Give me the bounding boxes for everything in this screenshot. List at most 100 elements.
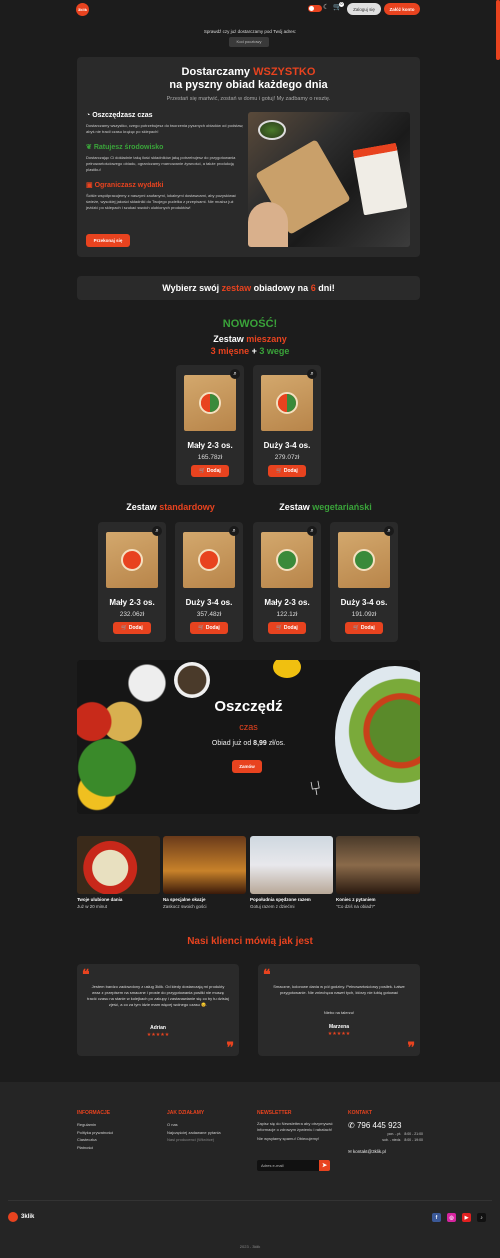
choose-middle: obiadowy na [253,283,309,293]
hero-title-highlight: WSZYSTKO [253,66,316,78]
price-value: 8,99 [253,740,267,747]
feature-time-text: Dostarczamy wszystko, czego potrzebujesz… [86,123,244,134]
add-button[interactable]: 🛒 Dodaj [113,622,151,634]
product-name: Mały 2-3 os. [109,598,155,607]
cart-icon: 🛒 [198,625,205,631]
new-label: NOWOŚĆ! [222,318,278,330]
add-button[interactable]: 🛒 Dodaj [345,622,383,634]
footer-link-cookies[interactable]: Ciasteczka [77,1136,113,1144]
login-button[interactable]: Zaloguj się [347,3,381,15]
recipe-card-image [352,142,408,216]
copyright: 2023 - 3klik [239,1244,261,1249]
phone-icon: ✆ [348,1121,355,1130]
newsletter-text: Zapisz się do Newslettera aby otrzymywać… [257,1121,333,1132]
hours-time: 8:00 - 21:00 [404,1132,423,1136]
add-button[interactable]: 🛒 Dodaj [268,622,306,634]
product-card-standard-small[interactable]: ⌕ Mały 2-3 os. 232.06zł 🛒 Dodaj [98,522,166,642]
zoom-icon[interactable]: ⌕ [230,369,240,379]
zoom-icon[interactable]: ⌕ [384,526,394,536]
delivery-question: Sprawdź czy już dostarczamy pod Twój adr… [203,29,297,34]
product-card-vege-small[interactable]: ⌕ Mały 2-3 os. 122.1zł 🛒 Dodaj [253,522,321,642]
hero-title-line2: na pyszny obiad każdego dnia [169,79,328,91]
hand-image [248,202,288,247]
logo[interactable]: 3klik [76,3,89,16]
cart-icon: 🛒 [199,468,206,474]
product-box-image [261,375,313,431]
occasion-photo-favorite[interactable] [77,836,160,894]
product-name: Mały 2-3 os. [264,598,310,607]
testimonial-text: Jestem bardzo zadowolony z usług 3klik. … [87,984,229,1007]
moon-icon: ☾ [323,4,330,11]
feature-env-title: Ratujesz środowisko [93,144,164,151]
vege-set-title: Zestaw wegetariański [253,502,398,512]
lemon-image [273,660,301,678]
footer-divider [8,1200,492,1201]
contact-email[interactable]: kontakt@3klik.pl [353,1149,386,1154]
footer-brand: 3klik [21,1214,35,1220]
hours-days: sob. - niedz. [382,1138,402,1142]
testimonial-name: Marzena [328,1024,349,1030]
newsletter-send-button[interactable]: ➤ [319,1160,330,1171]
hours-time: 8:00 - 19:00 [404,1138,423,1142]
price-suffix: zł/os. [268,740,286,747]
order-button[interactable]: Zamów [232,760,262,773]
footer-link-producers[interactable]: Nasi producenci (Wkrótce) [167,1136,221,1144]
footer-link-privacy[interactable]: Polityka prywatności [77,1129,113,1137]
postal-code-input[interactable]: Kod pocztowy [229,37,269,47]
footer-link-payments[interactable]: Płatności [77,1144,113,1152]
occasion-photo-together[interactable] [250,836,333,894]
footer-logo[interactable]: 3klik [8,1212,34,1222]
product-card-mixed-small[interactable]: ⌕ Mały 2-3 os. 165.78zł 🛒 Dodaj [176,365,244,485]
footer: Informacje Regulamin Polityka prywatnośc… [0,1082,500,1258]
product-price: 165.78zł [197,454,223,461]
occasion-photo-special[interactable] [163,836,246,894]
theme-toggle[interactable] [308,5,322,12]
footer-link-faq[interactable]: Najczęściej zadawane pytania [167,1129,221,1137]
add-button[interactable]: 🛒 Dodaj [190,622,228,634]
newsletter-email-input[interactable]: Adres e-mail [257,1160,319,1171]
zoom-icon[interactable]: ⌕ [229,526,239,536]
instagram-icon[interactable]: ◎ [447,1213,456,1222]
product-price: 232.06zł [119,611,145,618]
add-button[interactable]: 🛒 Dodaj [191,465,229,477]
footer-link-about[interactable]: O nas [167,1121,221,1129]
youtube-icon[interactable]: ▶ [462,1213,471,1222]
facebook-icon[interactable]: f [432,1213,441,1222]
footer-info-title: Informacje [77,1110,111,1116]
box-label-icon [353,549,375,571]
tiktok-icon[interactable]: ♪ [477,1213,486,1222]
add-button[interactable]: 🛒 Dodaj [268,465,306,477]
occasion-sub-favorite: Już w 20 minut [77,904,108,909]
zoom-icon[interactable]: ⌕ [307,369,317,379]
occasion-title-favorite: Twoje ulubione dania [77,897,123,902]
contact-phone[interactable]: 796 445 923 [357,1121,402,1130]
box-label-icon [276,549,298,571]
convince-button[interactable]: Przekonaj się [86,234,130,247]
feature-money-text: Ściśle współpracujemy z naszymi zaufanym… [86,193,237,210]
product-card-mixed-large[interactable]: ⌕ Duży 3-4 os. 279.07zł 🛒 Dodaj [253,365,321,485]
product-card-vege-large[interactable]: ⌕ Duży 3-4 os. 191.09zł 🛒 Dodaj [330,522,398,642]
occasion-title-together: Popołudnia spędzone razem [250,897,311,902]
product-card-standard-large[interactable]: ⌕ Duży 3-4 os. 357.48zł 🛒 Dodaj [175,522,243,642]
occasion-photo-question[interactable] [336,836,420,894]
product-box-image [183,532,235,588]
testimonial-card: ❝ Smaczne, kolorowe dania w pół godziny.… [258,964,420,1056]
zoom-icon[interactable]: ⌕ [307,526,317,536]
hero-subtitle: Przestań się martwić, zostań w domu i go… [166,96,331,102]
register-button[interactable]: Załóż konto [384,3,420,15]
mixed-set-composition: 3 mięsne + 3 wege [0,346,500,356]
footer-info: Informacje Regulamin Polityka prywatnośc… [77,1110,113,1151]
box-label-icon [121,549,143,571]
zoom-icon[interactable]: ⌕ [152,526,162,536]
choose-suffix: dni! [318,283,335,293]
footer-logo-mark [8,1212,18,1222]
footer-how-title: Jak działamy [167,1110,205,1116]
add-label: Dodaj [206,468,221,474]
footer-link-terms[interactable]: Regulamin [77,1121,113,1129]
occasion-title-special: Na specjalne okazje [163,897,206,902]
hero-title: Dostarczamy WSZYSTKO na pyszny obiad każ… [77,66,420,92]
feature-env-text: Dostarczając Ci dokładnie taką ilość skł… [86,155,236,172]
quote-close-icon: ❞ [226,1039,234,1055]
price-prefix: Obiad już od [211,740,252,747]
vege-prefix: Zestaw [279,502,310,512]
